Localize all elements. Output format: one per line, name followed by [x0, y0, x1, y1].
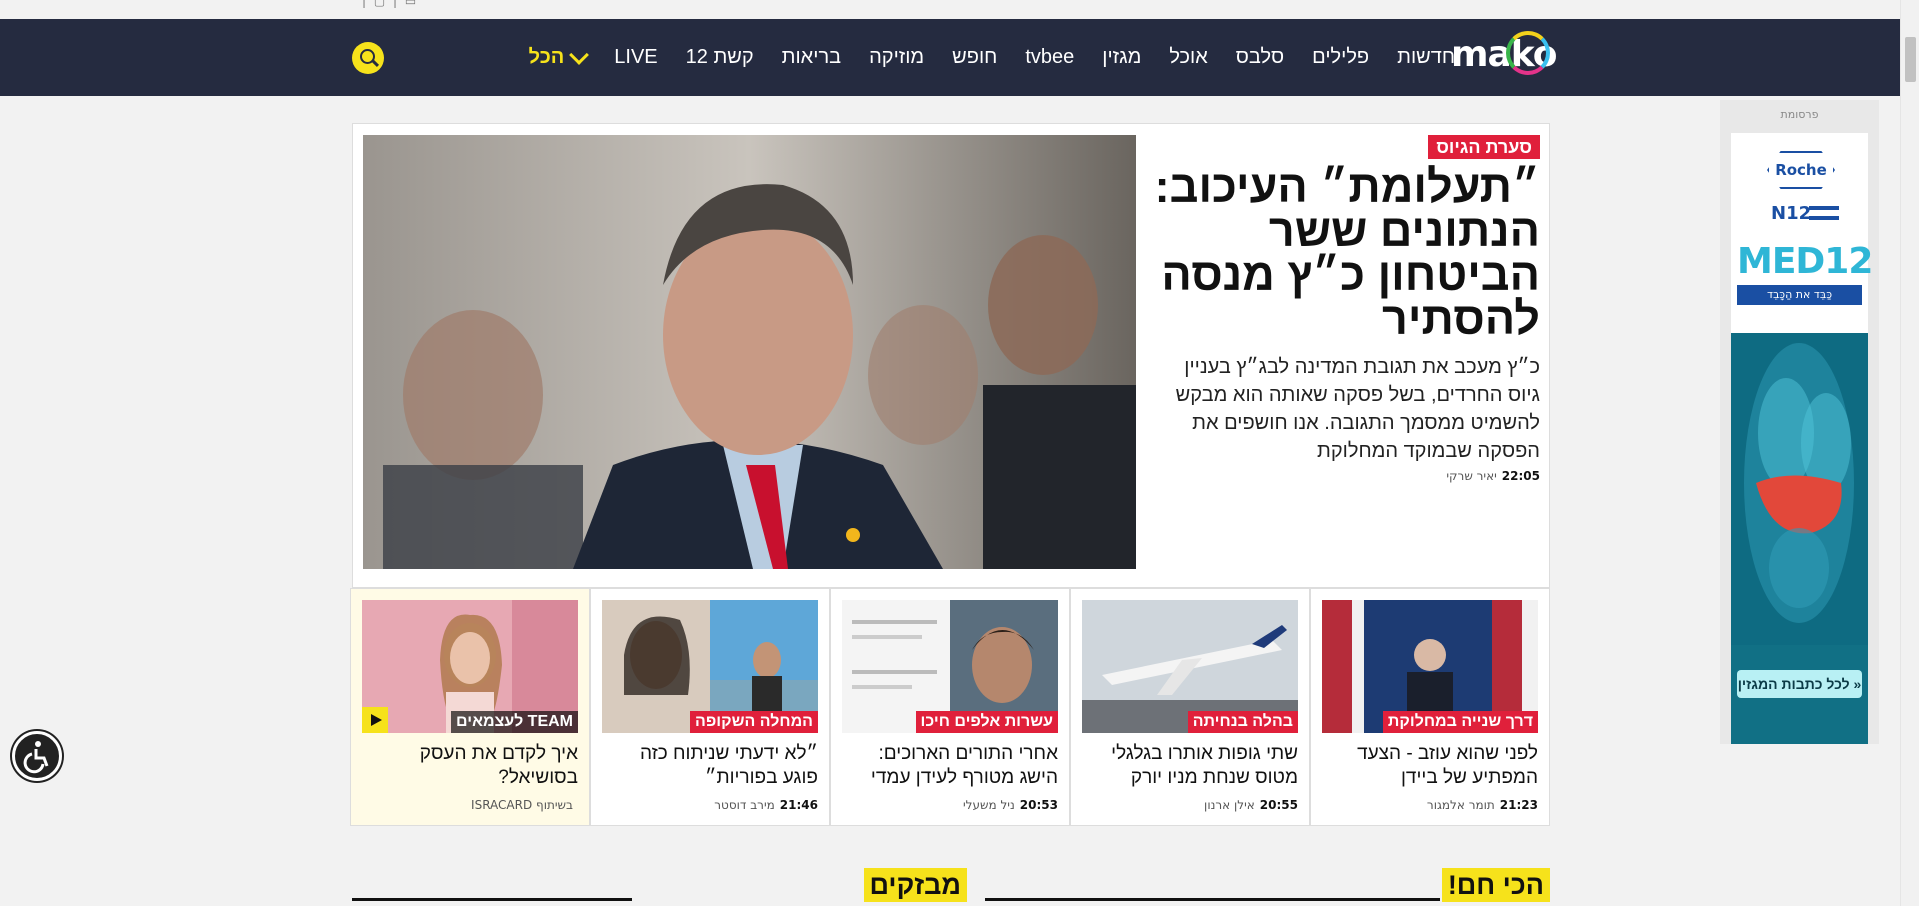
- hero-lead[interactable]: כ״ץ מעכב את תגובת המדינה לבג״ץ בעניין גי…: [1150, 353, 1540, 465]
- nav-item-news[interactable]: חדשות: [1383, 46, 1469, 69]
- card-author: תומר אלמגור: [1426, 798, 1495, 812]
- top-strip-fragment: | ▢ | ▭: [362, 0, 419, 8]
- search-icon-handle: [371, 59, 380, 68]
- hero-image[interactable]: [363, 135, 1136, 569]
- card-sponsor: בשיתוף ISRACARD: [471, 798, 573, 812]
- page-scrollbar[interactable]: [1900, 0, 1919, 906]
- nav-item-live[interactable]: LIVE: [600, 46, 671, 69]
- n12-bars-icon: [1809, 206, 1839, 220]
- card-thumbnail[interactable]: המחלה השקופה: [602, 600, 818, 733]
- nav-item-music[interactable]: מוזיקה: [855, 46, 938, 69]
- card-thumbnail[interactable]: דרך שנייה במחלוקת: [1322, 600, 1538, 733]
- section-headers: הכי חם! מבזקים: [352, 868, 1550, 906]
- wheelchair-icon: [23, 741, 49, 774]
- card-time: 21:23: [1499, 798, 1538, 812]
- card-meta: בשיתוף ISRACARD: [471, 798, 578, 812]
- hero-text-block: סערת הגיוס ״תעלומת״ העיכוב: הנתונים ששר …: [1150, 135, 1540, 483]
- hero-photo-illustration: [363, 135, 1136, 569]
- play-icon[interactable]: [362, 707, 388, 733]
- browser-top-strip: | ▢ | ▭: [0, 0, 1900, 20]
- card-title[interactable]: אחרי התורים הארוכים: הישג מטורף לעידן עמ…: [842, 742, 1058, 790]
- article-card[interactable]: המחלה השקופה ״לא ידעתי שניתוח כזה פוגע ב…: [590, 588, 830, 826]
- med12-logo: MED12: [1737, 241, 1873, 282]
- accessibility-icon[interactable]: [12, 731, 62, 781]
- card-title[interactable]: ״לא ידעתי שניתוח כזה פוגע בפוריות״: [602, 742, 818, 790]
- nav-item-keshet12[interactable]: קשת 12: [672, 46, 768, 69]
- nav-item-health[interactable]: בריאות: [768, 46, 855, 69]
- section-divider: [985, 898, 1440, 901]
- n12-logo: N12: [1771, 203, 1812, 224]
- card-category-tag: TEAM לעצמאים: [451, 711, 578, 733]
- card-author: מירב דוסטר: [714, 798, 775, 812]
- ad-illustration: [1731, 333, 1868, 645]
- article-card[interactable]: עשרות אלפים חיכו אחרי התורים הארוכים: הי…: [830, 588, 1070, 826]
- card-time: 20:53: [1019, 798, 1058, 812]
- card-author: ניל משעלי: [963, 798, 1015, 812]
- roche-logo: Roche: [1767, 151, 1835, 189]
- sponsored-card[interactable]: TEAM לעצמאים איך לקדם את העסק בסושיאל? ב…: [350, 588, 590, 826]
- hero-author: יאיר שרקי: [1446, 469, 1497, 483]
- ad-cta-panel: לכל כתבות המגזין »: [1731, 645, 1868, 744]
- card-title[interactable]: שתי גופות אותרו בגלגלי מטוס שנחת מניו יו…: [1082, 742, 1298, 790]
- card-meta: 20:53 ניל משעלי: [963, 798, 1058, 812]
- hero-time: 22:05: [1501, 469, 1540, 483]
- card-meta: 20:55 אילן ארנון: [1204, 798, 1298, 812]
- scrollbar-thumb[interactable]: [1905, 37, 1916, 82]
- ad-brand-panel: Roche N12 MED12 כַּבֵּד את הַכָּבֵד: [1731, 133, 1873, 333]
- card-thumbnail[interactable]: TEAM לעצמאים: [362, 600, 578, 733]
- ad-label: פרסומת: [1780, 108, 1819, 121]
- search-button[interactable]: [352, 42, 384, 74]
- card-category-tag: עשרות אלפים חיכו: [915, 711, 1058, 733]
- card-time: 21:46: [779, 798, 818, 812]
- hero-category-tag[interactable]: סערת הגיוס: [1428, 135, 1540, 159]
- card-thumbnail[interactable]: עשרות אלפים חיכו: [842, 600, 1058, 733]
- hero-headline[interactable]: ״תעלומת״ העיכוב: הנתונים ששר הביטחון כ״ץ…: [1150, 164, 1540, 341]
- nav-item-all[interactable]: הכל: [515, 44, 601, 69]
- article-card[interactable]: בהלה בנחיתה שתי גופות אותרו בגלגלי מטוס …: [1070, 588, 1310, 826]
- logo-color-arc-icon: [1506, 31, 1550, 75]
- card-thumbnail[interactable]: בהלה בנחיתה: [1082, 600, 1298, 733]
- ad-cta-button[interactable]: לכל כתבות המגזין »: [1737, 670, 1862, 698]
- nav-item-magazine[interactable]: מגזין: [1088, 46, 1155, 69]
- nav-item-celebs[interactable]: סלבס: [1222, 46, 1298, 69]
- nav-item-crime[interactable]: פלילים: [1298, 46, 1383, 69]
- card-category-tag: המחלה השקופה: [690, 711, 818, 733]
- card-meta: 21:23 תומר אלמגור: [1427, 798, 1538, 812]
- main-nav: חדשות פלילים סלבס אוכל מגזין tvbee חופש …: [515, 19, 1469, 96]
- nav-all-label: הכל: [528, 46, 565, 68]
- card-category-tag: בהלה בנחיתה: [1187, 711, 1298, 733]
- hero-meta: 22:05 יאיר שרקי: [1150, 469, 1540, 483]
- sidebar-advertisement[interactable]: פרסומת Roche N12 MED12 כַּבֵּד את הַכָּב…: [1720, 100, 1879, 744]
- section-divider: [352, 898, 632, 901]
- article-cards-row: דרך שנייה במחלוקת לפני שהוא עוזב - הצעד …: [350, 588, 1550, 826]
- card-title[interactable]: איך לקדם את העסק בסושיאל?: [362, 742, 578, 790]
- chevron-down-icon: [569, 44, 590, 65]
- article-card[interactable]: דרך שנייה במחלוקת לפני שהוא עוזב - הצעד …: [1310, 588, 1550, 826]
- card-title[interactable]: לפני שהוא עוזב - הצעד המפתיע של ביידן: [1322, 742, 1538, 790]
- card-meta: 21:46 מירב דוסטר: [714, 798, 818, 812]
- card-author: אילן ארנון: [1204, 798, 1255, 812]
- section-title-breaking[interactable]: מבזקים: [863, 868, 967, 902]
- nav-item-vacation[interactable]: חופש: [938, 46, 1011, 69]
- liver-illustration: [1731, 333, 1868, 645]
- section-title-hot[interactable]: הכי חם!: [1441, 868, 1550, 902]
- card-category-tag: דרך שנייה במחלוקת: [1382, 711, 1538, 733]
- card-time: 20:55: [1259, 798, 1298, 812]
- nav-item-food[interactable]: אוכל: [1155, 46, 1221, 69]
- nav-item-tvbee[interactable]: tvbee: [1011, 46, 1088, 69]
- ad-tagline: כַּבֵּד את הַכָּבֵד: [1737, 285, 1862, 305]
